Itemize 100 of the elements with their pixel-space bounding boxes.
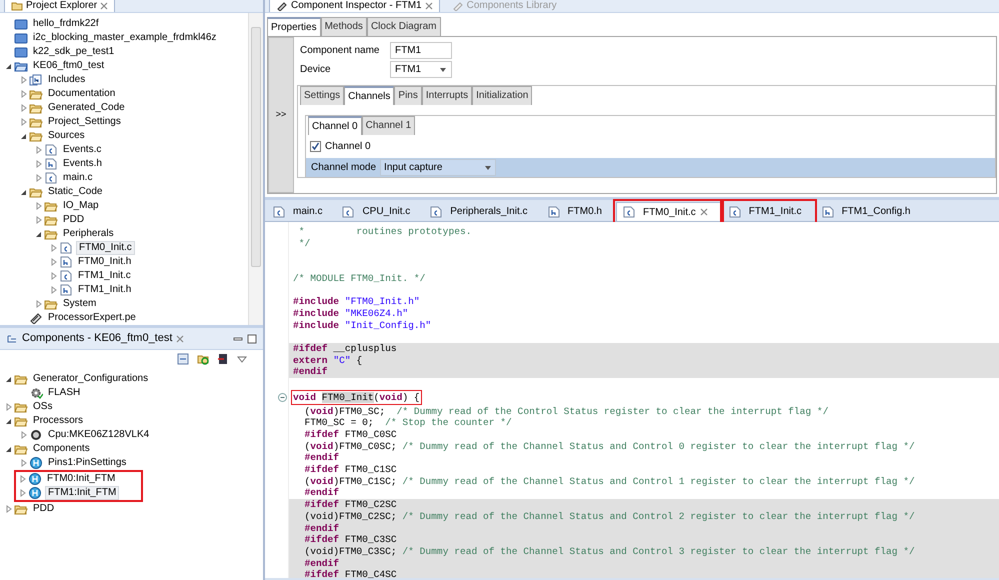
tree-item[interactable]: System	[61, 298, 98, 310]
expand-arrow-icon[interactable]	[34, 174, 44, 182]
tab[interactable]: Pins	[394, 86, 422, 105]
editor-tab[interactable]: main.c	[267, 202, 334, 221]
fold-icon[interactable]	[278, 393, 287, 402]
editor-tab[interactable]: FTM1_Init.c	[722, 202, 814, 221]
tree-item[interactable]: Components	[31, 443, 92, 455]
tree-item[interactable]: Project_Settings	[46, 116, 123, 128]
tree-item[interactable]: Processors	[31, 415, 86, 427]
expand-arrow-icon[interactable]	[49, 286, 59, 294]
expand-arrow-icon[interactable]	[19, 431, 29, 439]
expand-arrow-icon[interactable]	[34, 216, 44, 224]
editor-tab[interactable]: CPU_Init.c	[336, 202, 422, 221]
tree-item[interactable]: IO_Map	[61, 200, 101, 212]
collapse-arrow-icon[interactable]	[4, 445, 14, 453]
expand-arrow-icon[interactable]	[4, 403, 14, 411]
tree-item[interactable]: OSs	[31, 401, 54, 413]
folder-icon	[14, 401, 28, 413]
input-field[interactable]: FTM1	[390, 42, 452, 59]
tree-item[interactable]: Peripherals	[61, 228, 116, 240]
editor-tab[interactable]: Peripherals_Init.c	[424, 202, 540, 221]
tree-item[interactable]: FTM1_Init.h	[76, 284, 134, 296]
tab[interactable]: Channel 0	[308, 116, 362, 135]
tree-item[interactable]: KE06_ftm0_test	[31, 60, 106, 72]
tree-item[interactable]: i2c_blocking_master_example_frdmkl46z	[31, 32, 218, 44]
tree-item[interactable]: FTM0:Init_FTM	[45, 473, 118, 485]
tab[interactable]: Settings	[300, 86, 344, 105]
tree-item[interactable]: PDD	[61, 214, 86, 226]
tree-item[interactable]: FTM1:Init_FTM	[45, 486, 120, 500]
tree-item[interactable]: FTM0_Init.h	[76, 256, 134, 268]
tab[interactable]: Properties	[267, 17, 321, 36]
c-file-icon	[59, 242, 73, 254]
code-line: #ifdef __cplusplus	[293, 342, 397, 354]
tab[interactable]: Clock Diagram	[366, 17, 441, 36]
mode-dropdown[interactable]: Input capture	[380, 159, 496, 176]
tree-item[interactable]: Documentation	[46, 88, 118, 100]
tree-item[interactable]: FTM0_Init.c	[76, 241, 135, 255]
expand-arrow-icon[interactable]	[49, 272, 59, 280]
expand-arrow-icon[interactable]	[19, 104, 29, 112]
code-line: #include "MKE06Z4.h"	[293, 308, 408, 319]
tab[interactable]: Channel 1	[362, 116, 416, 135]
checkbox[interactable]	[310, 141, 321, 152]
expand-arrow-icon[interactable]	[34, 146, 44, 154]
code-line: #ifdef FTM0_C2SC	[304, 499, 397, 510]
expand-arrow-icon[interactable]	[34, 160, 44, 168]
tree-item[interactable]: FTM1_Init.c	[76, 270, 133, 282]
tree-item[interactable]: Events.h	[61, 158, 104, 170]
code-line: /* MODULE FTM0_Init. */	[293, 272, 426, 284]
collapse-arrow-icon[interactable]	[34, 230, 44, 238]
tree-item[interactable]: Static_Code	[46, 186, 104, 198]
expand-arrow-icon[interactable]	[34, 300, 44, 308]
expand-arrow-icon[interactable]	[19, 90, 29, 98]
tree-item[interactable]: Includes	[46, 74, 88, 86]
expand-arrow-icon[interactable]	[49, 258, 59, 266]
expand-arrow-icon[interactable]	[18, 475, 28, 483]
expand-arrow-icon[interactable]	[19, 118, 29, 126]
collapse-arrow-icon[interactable]	[19, 188, 29, 196]
tree-item[interactable]: Sources	[46, 130, 87, 142]
tab[interactable]: Methods	[320, 17, 367, 36]
expand-arrow-icon[interactable]	[49, 244, 59, 252]
tree-item[interactable]: Events.c	[61, 144, 104, 156]
close-icon	[424, 2, 433, 10]
code-line: #endif	[304, 558, 340, 569]
tree-item[interactable]: Generated_Code	[46, 102, 127, 114]
tree-item[interactable]: FLASH	[46, 387, 82, 399]
property-row[interactable]: Channel mode Input capture	[306, 158, 995, 177]
editor-tab[interactable]: FTM0_Init.c	[616, 202, 721, 221]
tree-item[interactable]: main.c	[61, 172, 94, 184]
tree-item[interactable]: k22_sdk_pe_test1	[31, 46, 116, 58]
code-line: FTM0_SC = 0; /* Stop the counter */	[304, 417, 512, 428]
scrollbar[interactable]	[248, 13, 263, 325]
editor-tab[interactable]: FTM1_Config.h	[816, 202, 922, 221]
tab[interactable]: Initialization	[472, 86, 532, 105]
code-line: (void)FTM0_C3SC; /* Dummy read of the Channel Status and Control 3 register to clear the interrupt flag */	[304, 546, 915, 557]
expand-arrow-icon[interactable]	[19, 459, 29, 467]
expand-arrow-icon[interactable]	[19, 76, 29, 84]
expand-arrow-icon[interactable]	[34, 202, 44, 210]
tab[interactable]: Channels	[344, 86, 394, 105]
tree-item[interactable]: ProcessorExpert.pe	[46, 312, 138, 324]
device-dropdown[interactable]: FTM1	[390, 61, 452, 78]
expand-arrow-icon[interactable]	[4, 505, 14, 513]
code-line: (void)FTM0_C0SC; /* Dummy read of the Channel Status and Control 0 register to clear the interrupt flag */	[304, 440, 915, 452]
tree-item[interactable]: hello_frdmk22f	[31, 18, 101, 30]
tree-item[interactable]: Generator_Configurations	[31, 373, 150, 385]
collapse-arrow-icon[interactable]	[4, 417, 14, 425]
collapse-arrow-icon[interactable]	[19, 132, 29, 140]
expand-button[interactable]: >>	[268, 37, 294, 193]
editor-tab[interactable]: FTM0.h	[542, 202, 614, 221]
tree-item[interactable]: PDD	[31, 503, 56, 515]
tree-item[interactable]: Pins1:PinSettings	[46, 457, 128, 469]
refresh-icon	[197, 353, 209, 365]
maximize-icon	[247, 334, 257, 344]
code-line: #endif	[304, 522, 340, 534]
tab[interactable]: Interrupts	[422, 86, 472, 105]
tree-item[interactable]: Cpu:MKE06Z128VLK4	[46, 429, 152, 441]
collapse-arrow-icon[interactable]	[4, 375, 14, 383]
expand-arrow-icon[interactable]	[18, 489, 28, 497]
view-tab[interactable]: Project Explorer	[4, 0, 116, 12]
view-tab[interactable]: Component Inspector - FTM1	[269, 0, 440, 12]
collapse-arrow-icon[interactable]	[4, 62, 14, 70]
